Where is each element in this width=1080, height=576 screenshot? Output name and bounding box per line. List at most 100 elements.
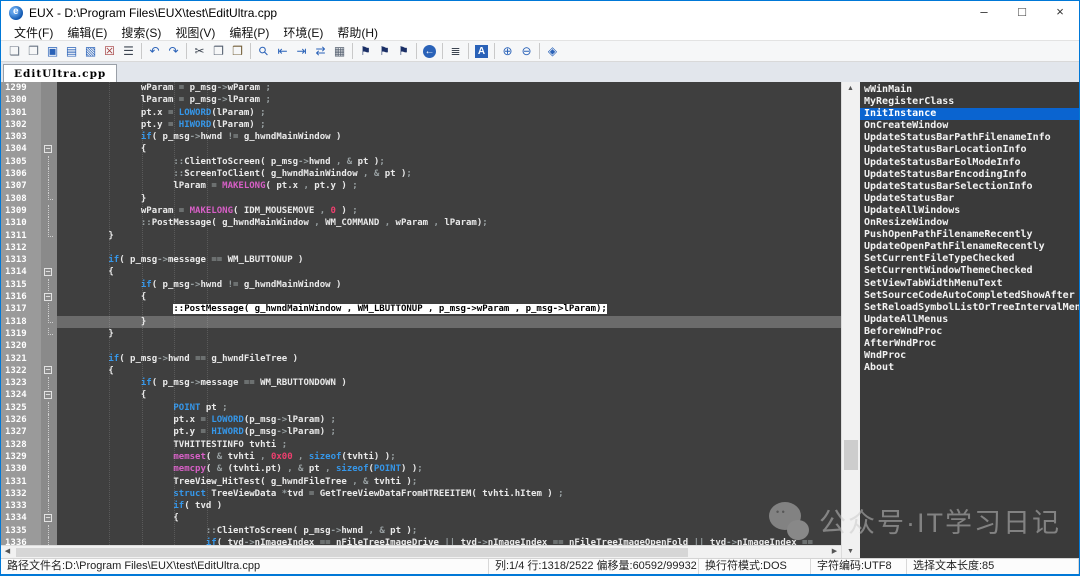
replace-icon[interactable]: ⇄ bbox=[311, 42, 330, 60]
fold-margin[interactable] bbox=[41, 537, 57, 545]
replace-in-files-icon[interactable]: ▦ bbox=[330, 42, 349, 60]
menu-item-4[interactable]: 视图(V) bbox=[168, 24, 222, 41]
scroll-up-icon[interactable]: ▲ bbox=[842, 82, 859, 95]
code-line[interactable]: 1325 POINT pt ; bbox=[1, 402, 841, 414]
vertical-scrollbar[interactable]: ▲ ▼ bbox=[841, 82, 859, 558]
code-line[interactable]: 1329 memset( & tvhti , 0x00 , sizeof(tvh… bbox=[1, 451, 841, 463]
redo-icon[interactable]: ↷ bbox=[164, 42, 183, 60]
fold-margin[interactable] bbox=[41, 193, 57, 205]
fold-margin[interactable] bbox=[41, 303, 57, 315]
fold-margin[interactable] bbox=[41, 402, 57, 414]
code-line[interactable]: 1336 if( tvd->nImageIndex == nFileTreeIm… bbox=[1, 537, 841, 545]
code-line[interactable]: 1301 pt.x = LOWORD(lParam) ; bbox=[1, 107, 841, 119]
fold-margin[interactable] bbox=[41, 500, 57, 512]
file-list-icon[interactable]: ☰ bbox=[119, 42, 138, 60]
menu-item-2[interactable]: 编辑(E) bbox=[60, 24, 114, 41]
fold-collapse-icon[interactable]: − bbox=[44, 145, 52, 153]
code-line[interactable]: 1307 lParam = MAKELONG( pt.x , pt.y ) ; bbox=[1, 180, 841, 192]
symbol-item[interactable]: WndProc bbox=[860, 350, 1079, 362]
code-line[interactable]: 1316− { bbox=[1, 291, 841, 303]
menu-item-3[interactable]: 搜索(S) bbox=[114, 24, 168, 41]
fold-margin[interactable]: − bbox=[41, 266, 57, 278]
scroll-right-icon[interactable]: ▶ bbox=[828, 546, 841, 558]
code-line[interactable]: 1303 if( p_msg->hwnd != g_hwndMainWindow… bbox=[1, 131, 841, 143]
fold-margin[interactable] bbox=[41, 82, 57, 94]
code-line[interactable]: 1319 } bbox=[1, 328, 841, 340]
symbol-item[interactable]: OnResizeWindow bbox=[860, 217, 1079, 229]
bookmark-icon[interactable]: ⚑ bbox=[356, 42, 375, 60]
code-line[interactable]: 1305 ::ClientToScreen( p_msg->hwnd , & p… bbox=[1, 156, 841, 168]
symbol-item[interactable]: UpdateAllMenus bbox=[860, 314, 1079, 326]
symbol-item[interactable]: UpdateStatusBarEolModeInfo bbox=[860, 157, 1079, 169]
code-line[interactable]: 1320 bbox=[1, 340, 841, 352]
symbol-item[interactable]: UpdateStatusBarLocationInfo bbox=[860, 144, 1079, 156]
code-line[interactable]: 1308 } bbox=[1, 193, 841, 205]
paste-icon[interactable]: ❒ bbox=[228, 42, 247, 60]
fold-margin[interactable] bbox=[41, 340, 57, 352]
code-line[interactable]: 1323 if( p_msg->message == WM_RBUTTONDOW… bbox=[1, 377, 841, 389]
fold-margin[interactable] bbox=[41, 426, 57, 438]
symbol-item[interactable]: BeforeWndProc bbox=[860, 326, 1079, 338]
symbol-item[interactable]: SetViewTabWidthMenuText bbox=[860, 278, 1079, 290]
code-line[interactable]: 1324− { bbox=[1, 389, 841, 401]
find-next-icon[interactable]: ⇥ bbox=[292, 42, 311, 60]
fold-collapse-icon[interactable]: − bbox=[44, 514, 52, 522]
maximize-button[interactable]: □ bbox=[1003, 1, 1041, 24]
menu-item-6[interactable]: 环境(E) bbox=[276, 24, 330, 41]
code-line[interactable]: 1318 } bbox=[1, 316, 841, 328]
code-line[interactable]: 1330 memcpy( & (tvhti.pt) , & pt , sizeo… bbox=[1, 463, 841, 475]
line-ending-icon[interactable]: ≣ bbox=[446, 42, 465, 60]
symbol-item[interactable]: UpdateStatusBarSelectionInfo bbox=[860, 181, 1079, 193]
code-line[interactable]: 1302 pt.y = HIWORD(lParam) ; bbox=[1, 119, 841, 131]
fold-margin[interactable]: − bbox=[41, 389, 57, 401]
code-line[interactable]: 1321 if( p_msg->hwnd == g_hwndFileTree ) bbox=[1, 353, 841, 365]
fold-margin[interactable] bbox=[41, 377, 57, 389]
code-editor[interactable]: 1299 wParam = p_msg->wParam ;1300 lParam… bbox=[1, 82, 841, 545]
fold-margin[interactable] bbox=[41, 205, 57, 217]
code-line[interactable]: 1334− { bbox=[1, 512, 841, 524]
save-icon[interactable]: ▣ bbox=[43, 42, 62, 60]
fold-margin[interactable] bbox=[41, 230, 57, 242]
symbol-item[interactable]: UpdateAllWindows bbox=[860, 205, 1079, 217]
code-line[interactable]: 1311 } bbox=[1, 230, 841, 242]
syntax-highlight-icon[interactable]: A bbox=[472, 42, 491, 60]
code-line[interactable]: 1309 wParam = MAKELONG( IDM_MOUSEMOVE , … bbox=[1, 205, 841, 217]
copy-icon[interactable]: ❐ bbox=[209, 42, 228, 60]
horizontal-scrollbar[interactable]: ◀ ▶ bbox=[1, 545, 841, 558]
fold-margin[interactable]: − bbox=[41, 365, 57, 377]
fold-collapse-icon[interactable]: − bbox=[44, 293, 52, 301]
code-line[interactable]: 1299 wParam = p_msg->wParam ; bbox=[1, 82, 841, 94]
code-line[interactable]: 1314− { bbox=[1, 266, 841, 278]
vertical-scroll-thumb[interactable] bbox=[844, 440, 858, 470]
fold-margin[interactable] bbox=[41, 463, 57, 475]
new-file-icon[interactable]: ❏ bbox=[5, 42, 24, 60]
about-icon[interactable]: ◈ bbox=[543, 42, 562, 60]
fold-collapse-icon[interactable]: − bbox=[44, 268, 52, 276]
code-line[interactable]: 1328 TVHITTESTINFO tvhti ; bbox=[1, 439, 841, 451]
close-file-icon[interactable]: ☒ bbox=[100, 42, 119, 60]
symbol-item[interactable]: SetCurrentWindowThemeChecked bbox=[860, 265, 1079, 277]
symbol-item[interactable]: wWinMain bbox=[860, 84, 1079, 96]
fold-margin[interactable] bbox=[41, 488, 57, 500]
code-line[interactable]: 1306 ::ScreenToClient( g_hwndMainWindow … bbox=[1, 168, 841, 180]
save-as-icon[interactable]: ▤ bbox=[62, 42, 81, 60]
code-line[interactable]: 1322− { bbox=[1, 365, 841, 377]
fold-margin[interactable] bbox=[41, 414, 57, 426]
menu-item-1[interactable]: 文件(F) bbox=[7, 24, 60, 41]
code-line[interactable]: 1335 ::ClientToScreen( p_msg->hwnd , & p… bbox=[1, 525, 841, 537]
fold-margin[interactable] bbox=[41, 328, 57, 340]
symbol-item[interactable]: About bbox=[860, 362, 1079, 374]
next-bookmark-icon[interactable]: ⚑ bbox=[394, 42, 413, 60]
menu-item-7[interactable]: 帮助(H) bbox=[330, 24, 385, 41]
fold-margin[interactable]: − bbox=[41, 143, 57, 155]
fold-margin[interactable] bbox=[41, 439, 57, 451]
save-all-icon[interactable]: ▧ bbox=[81, 42, 100, 60]
symbol-item-selected[interactable]: InitInstance bbox=[860, 108, 1079, 120]
symbol-item[interactable]: AfterWndProc bbox=[860, 338, 1079, 350]
code-line[interactable]: 1315 if( p_msg->hwnd != g_hwndMainWindow… bbox=[1, 279, 841, 291]
symbol-item[interactable]: UpdateStatusBarEncodingInfo bbox=[860, 169, 1079, 181]
symbol-item[interactable]: MyRegisterClass bbox=[860, 96, 1079, 108]
tab-editultra.cpp[interactable]: EditUltra.cpp bbox=[3, 64, 117, 82]
symbol-item[interactable]: SetCurrentFileTypeChecked bbox=[860, 253, 1079, 265]
fold-margin[interactable] bbox=[41, 451, 57, 463]
